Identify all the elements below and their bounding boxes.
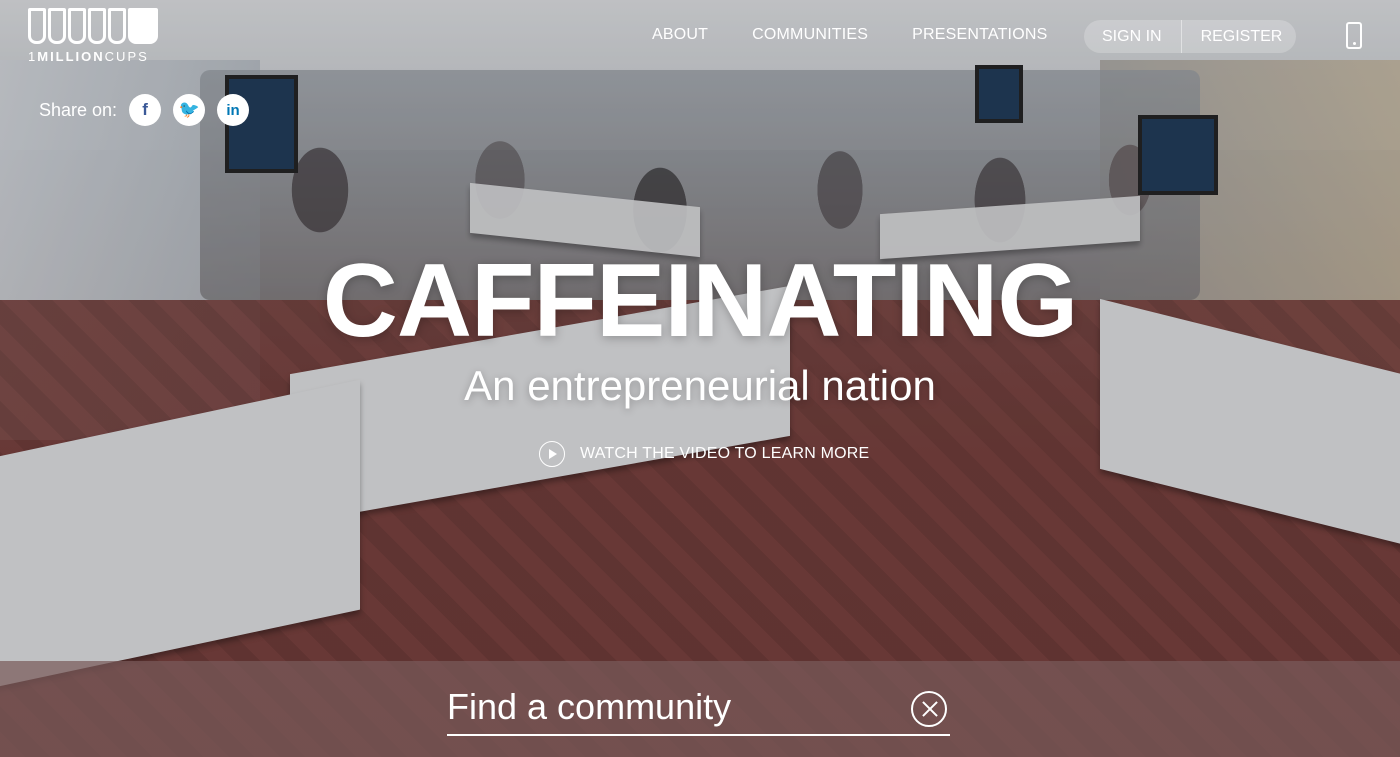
watch-video-label: WATCH THE VIDEO TO LEARN MORE xyxy=(580,445,870,462)
nav-about[interactable]: ABOUT xyxy=(652,26,708,44)
close-icon[interactable] xyxy=(911,691,947,727)
watch-video-button[interactable]: WATCH THE VIDEO TO LEARN MORE xyxy=(539,441,869,467)
twitter-icon[interactable]: 🐦 xyxy=(173,94,206,126)
nav-communities[interactable]: COMMUNITIES xyxy=(752,26,868,44)
auth-pill: SIGN IN REGISTER xyxy=(1084,20,1296,53)
linkedin-icon[interactable]: in xyxy=(217,94,250,126)
nav-presentations[interactable]: PRESENTATIONS xyxy=(912,26,1047,44)
auth-divider xyxy=(1180,20,1182,53)
hero-headline: CAFFEINATING xyxy=(322,243,1078,359)
logo[interactable]: 1MILLIONCUPS xyxy=(28,8,163,68)
cups-logo-icon xyxy=(28,8,163,44)
mobile-phone-icon[interactable] xyxy=(1346,22,1362,49)
share-bar: Share on: f 🐦 in xyxy=(39,94,261,126)
community-search xyxy=(447,682,950,736)
play-icon xyxy=(539,441,565,467)
main-nav: ABOUT COMMUNITIES PRESENTATIONS xyxy=(652,26,1091,44)
find-community-input[interactable] xyxy=(447,682,897,732)
share-label: Share on: xyxy=(39,99,118,120)
logo-text: 1MILLIONCUPS xyxy=(28,49,149,64)
facebook-icon[interactable]: f xyxy=(129,94,162,126)
register-link[interactable]: REGISTER xyxy=(1201,28,1283,46)
sign-in-link[interactable]: SIGN IN xyxy=(1102,28,1162,46)
hero-subhead: An entrepreneurial nation xyxy=(464,362,936,409)
